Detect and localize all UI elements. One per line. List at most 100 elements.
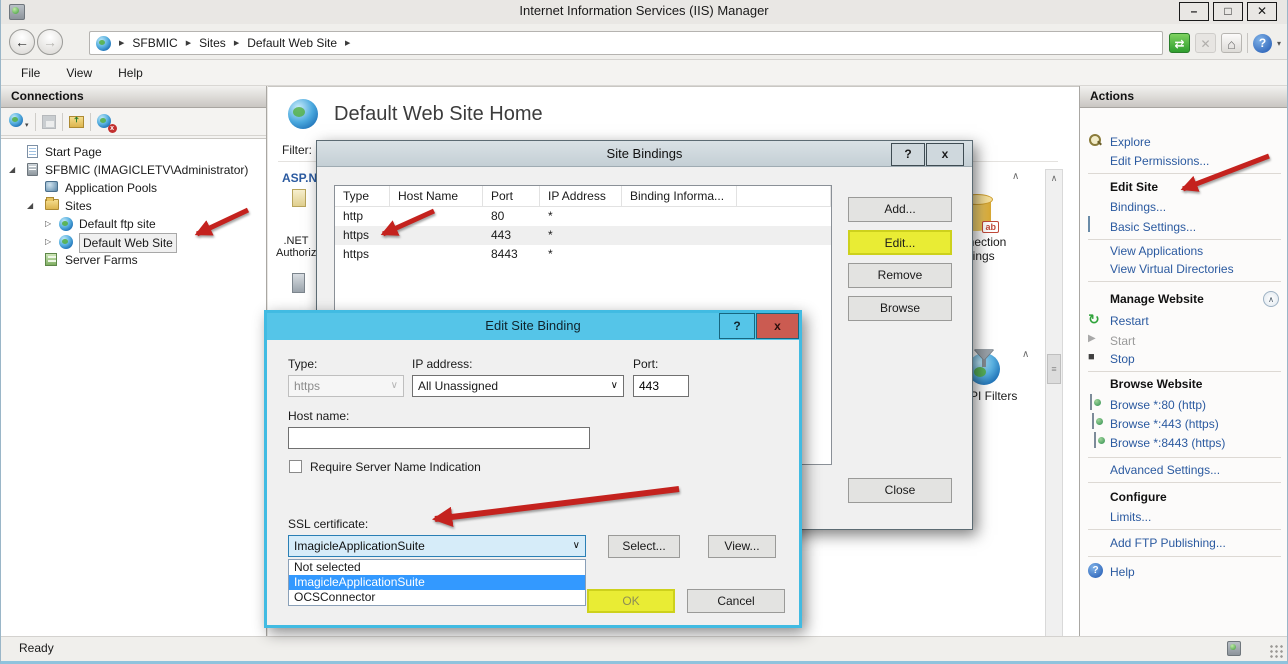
tree-label: Start Page [45,143,102,161]
group-collapse-icon[interactable]: ∧ [1012,171,1019,182]
column-host-name[interactable]: Host Name [390,186,483,206]
browse-button[interactable]: Browse [848,296,952,321]
tree-item-application-pools[interactable]: Application Pools [1,179,266,197]
ssl-option-not-selected[interactable]: Not selected [289,560,585,575]
tree-item-sites[interactable]: ◢ Sites [1,197,266,215]
help-caret-icon[interactable]: ▾ [1277,39,1281,48]
ssl-option-ocsconnector[interactable]: OCSConnector [289,590,585,605]
back-button[interactable]: ← [9,29,35,55]
connections-panel: Connections ▾ x Start Page ◢ SFBMIC (IMA… [1,86,267,636]
action-limits[interactable]: Limits... [1110,509,1151,525]
breadcrumb-server[interactable]: SFBMIC [132,36,177,50]
action-explore[interactable]: Explore [1110,134,1151,150]
breadcrumb-site[interactable]: Default Web Site [247,36,337,50]
separator [1088,173,1281,174]
scrollbar-thumb[interactable]: ≡ [1047,354,1061,384]
port-input[interactable] [633,375,689,397]
separator [1088,482,1281,483]
action-view-virtual-directories[interactable]: View Virtual Directories [1110,261,1234,277]
type-label: Type: [288,357,317,371]
create-connection-icon[interactable]: ▾ [9,113,29,130]
action-stop[interactable]: Stop [1110,351,1135,367]
action-restart[interactable]: Restart [1110,313,1149,329]
home-icon[interactable]: ⌂ [1221,33,1242,53]
cancel-button[interactable]: Cancel [687,589,785,613]
ok-button[interactable]: OK [587,589,675,613]
remove-button[interactable]: Remove [848,263,952,288]
dialog-help-button[interactable]: ? [891,143,925,166]
expander-open-icon[interactable]: ◢ [27,197,33,215]
action-browse-443[interactable]: Browse *:443 (https) [1110,416,1219,432]
up-folder-icon[interactable] [69,116,84,128]
dialog-close-button[interactable]: x [926,143,964,166]
content-scrollbar[interactable]: ∧ ≡ ∨ [1045,169,1063,664]
help-icon[interactable]: ? [1253,34,1272,53]
action-bindings[interactable]: Bindings... [1110,199,1166,215]
add-button[interactable]: Add... [848,197,952,222]
action-browse-8443[interactable]: Browse *:8443 (https) [1110,435,1225,451]
action-advanced-settings[interactable]: Advanced Settings... [1110,462,1220,478]
tree-label: Sites [65,197,92,215]
scroll-up-icon[interactable]: ∧ [1046,170,1062,186]
close-button[interactable]: ✕ [1247,2,1277,21]
edit-button[interactable]: Edit... [848,230,952,255]
action-browse-80[interactable]: Browse *:80 (http) [1110,397,1206,413]
feature-icon[interactable] [292,273,305,293]
binding-row-https-8443[interactable]: https 8443* [335,245,831,264]
column-ip-address[interactable]: IP Address [540,186,622,206]
edit-site-header: Edit Site [1110,179,1158,195]
action-add-ftp-publishing[interactable]: Add FTP Publishing... [1110,535,1226,551]
ssl-option-imagicle[interactable]: ImagicleApplicationSuite [289,575,585,590]
binding-row-https-443[interactable]: https 443* [335,226,831,245]
tree-item-server[interactable]: ◢ SFBMIC (IMAGICLETV\Administrator) [1,161,266,179]
menu-help[interactable]: Help [118,66,143,80]
menu-file[interactable]: File [21,66,40,80]
sni-checkbox[interactable] [289,460,302,473]
actions-panel: Actions Explore Edit Permissions... Edit… [1079,86,1288,636]
collapse-section-icon[interactable]: ∧ [1263,291,1279,307]
tree-item-default-web-site[interactable]: ▷ Default Web Site [1,233,266,251]
minimize-button[interactable]: – [1179,2,1209,21]
tree-item-server-farms[interactable]: Server Farms [1,251,266,269]
ssl-certificate-dropdown[interactable]: ImagicleApplicationSuite∨ [288,535,586,557]
expander-closed-icon[interactable]: ▷ [45,233,51,251]
bindings-list-header[interactable]: Type Host Name Port IP Address Binding I… [335,186,831,207]
breadcrumb-sites[interactable]: Sites [199,36,226,50]
column-port[interactable]: Port [483,186,540,206]
dialog-help-button[interactable]: ? [719,313,755,339]
menu-view[interactable]: View [66,66,92,80]
dialog-close-button[interactable]: x [756,313,799,339]
maximize-button[interactable]: □ [1213,2,1243,21]
actions-header: Actions [1080,86,1288,108]
group-collapse-icon[interactable]: ∧ [1022,349,1029,360]
browse-icon [1094,432,1096,448]
column-binding-info[interactable]: Binding Informa... [622,186,737,206]
host-name-label: Host name: [288,409,349,423]
expander-closed-icon[interactable]: ▷ [45,215,51,233]
sni-label: Require Server Name Indication [310,460,481,474]
action-edit-permissions[interactable]: Edit Permissions... [1110,153,1209,169]
breadcrumb[interactable]: ▶ SFBMIC ▶ Sites ▶ Default Web Site ▶ [89,31,1163,55]
action-help[interactable]: Help [1110,564,1135,580]
column-type[interactable]: Type [335,186,390,206]
action-view-applications[interactable]: View Applications [1110,243,1203,259]
tree-item-default-ftp-site[interactable]: ▷ Default ftp site [1,215,266,233]
action-basic-settings[interactable]: Basic Settings... [1110,219,1196,235]
expander-open-icon[interactable]: ◢ [9,161,15,179]
breadcrumb-separator-icon: ▶ [186,39,191,47]
browse-icon [1090,394,1092,410]
tree-item-start-page[interactable]: Start Page [1,143,266,161]
delete-connection-icon[interactable]: x [97,114,113,130]
refresh-icon[interactable]: ⇄ [1169,33,1190,53]
address-bar: ← → ▶ SFBMIC ▶ Sites ▶ Default Web Site … [1,24,1287,60]
ip-address-dropdown[interactable]: All Unassigned∨ [412,375,624,397]
dotnet-feature-icon[interactable] [292,189,306,207]
binding-row-http-80[interactable]: http 80* [335,207,831,226]
close-button[interactable]: Close [848,478,952,503]
host-name-input[interactable] [288,427,590,449]
view-button[interactable]: View... [708,535,776,558]
resize-grip[interactable] [1269,644,1283,658]
chevron-down-icon: ∨ [611,376,618,396]
select-button[interactable]: Select... [608,535,680,558]
chevron-down-icon: ∨ [573,536,580,556]
